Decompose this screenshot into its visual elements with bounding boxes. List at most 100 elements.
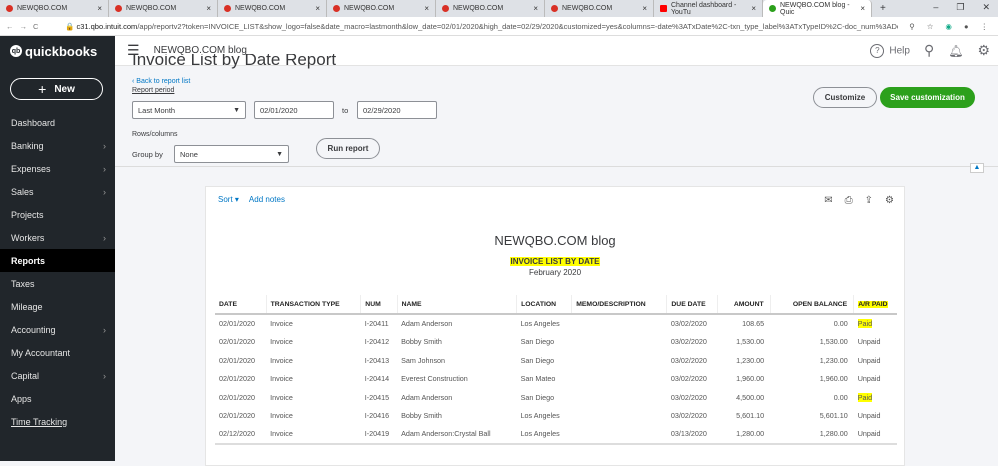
star-icon[interactable]: ☆	[927, 22, 934, 31]
browser-nav-buttons[interactable]: ←→C	[0, 22, 65, 31]
sidebar-item-apps[interactable]: Apps	[0, 387, 115, 410]
column-header[interactable]: AMOUNT	[717, 295, 771, 315]
table-row[interactable]: 02/01/2020 Invoice I-20412 Bobby Smith San D…	[215, 333, 897, 352]
sidebar-item-my-accountant[interactable]: My Accountant	[0, 341, 115, 364]
youtube-favicon-icon	[660, 5, 667, 12]
table-cell	[572, 333, 667, 352]
qb-logo-icon: qb	[10, 45, 22, 57]
browser-tab[interactable]: NEWQBO.COM ×	[109, 0, 218, 17]
table-cell: 03/02/2020	[670, 355, 707, 365]
browser-tab[interactable]: NEWQBO.COM ×	[218, 0, 327, 17]
table-row[interactable]: 02/01/2020 Invoice I-20413 Sam Johnson San D…	[215, 351, 897, 370]
browser-tab[interactable]: NEWQBO.COM ×	[0, 0, 109, 17]
close-tab-icon[interactable]: ×	[860, 4, 865, 13]
notifications-bell-icon[interactable]: 🔔︎	[948, 44, 963, 58]
export-icon[interactable]: ⇪	[865, 195, 873, 206]
sidebar-item-label: Mileage	[11, 301, 43, 312]
table-row[interactable]: 02/01/2020 Invoice I-20416 Bobby Smith Los A…	[215, 407, 897, 426]
table-cell: I-20414	[364, 374, 390, 384]
column-header[interactable]: LOCATION	[516, 295, 573, 315]
browser-tab[interactable]: NEWQBO.COM ×	[327, 0, 436, 17]
column-header[interactable]: NUM	[360, 295, 398, 315]
quickbooks-favicon-icon	[115, 5, 122, 12]
back-to-report-list-link[interactable]: ‹ Back to report list	[132, 78, 190, 85]
close-tab-icon[interactable]: ×	[97, 4, 102, 13]
group-by-select[interactable]: None ▼	[174, 145, 289, 163]
zoom-icon[interactable]: ⚲	[909, 22, 915, 31]
browser-menu-icon[interactable]: ⋮	[981, 22, 989, 31]
add-notes-link[interactable]: Add notes	[249, 195, 285, 204]
report-table: DATE TRANSACTION TYPE NUM NAME LOCATION MEMO/…	[215, 295, 897, 445]
column-header[interactable]: OPEN BALANCE	[770, 295, 855, 315]
sidebar-item-workers[interactable]: Workers ›	[0, 226, 115, 249]
sidebar-item-taxes[interactable]: Taxes	[0, 272, 115, 295]
table-cell: Unpaid	[857, 411, 881, 421]
group-by-label: Group by	[132, 150, 163, 159]
extension-icon[interactable]: ◉	[945, 22, 952, 31]
table-cell: Invoice	[266, 425, 361, 445]
tab-title: Channel dashboard - YouTu	[671, 1, 737, 16]
column-header[interactable]: NAME	[397, 295, 518, 315]
sidebar-item-time-tracking[interactable]: Time Tracking	[0, 410, 115, 433]
close-tab-icon[interactable]: ×	[315, 4, 320, 13]
collapse-chevron-up-icon[interactable]: ▲	[970, 163, 984, 173]
column-header[interactable]: MEMO/DESCRIPTION	[571, 295, 668, 315]
sidebar-item-projects[interactable]: Projects	[0, 203, 115, 226]
sidebar-item-banking[interactable]: Banking ›	[0, 134, 115, 157]
browser-tab[interactable]: Channel dashboard - YouTu ×	[654, 0, 763, 17]
url-text[interactable]: 🔒 c31.qbo.intuit.com/app/reportv2?token=…	[65, 22, 898, 31]
chevron-down-icon: ▼	[233, 106, 240, 114]
table-cell: 1,230.00	[819, 355, 848, 365]
table-cell	[572, 351, 667, 370]
from-date-input[interactable]: 02/01/2020	[254, 101, 334, 119]
column-header[interactable]: DUE DATE	[666, 295, 719, 315]
customize-button[interactable]: Customize	[813, 87, 877, 108]
sidebar-item-accounting[interactable]: Accounting ›	[0, 318, 115, 341]
save-customization-button[interactable]: Save customization	[880, 87, 975, 108]
email-icon[interactable]: ✉	[824, 195, 832, 206]
table-row[interactable]: 02/01/2020 Invoice I-20414 Everest Construc…	[215, 370, 897, 389]
browser-tab[interactable]: NEWQBO.COM blog - Quic ×	[763, 0, 872, 17]
print-icon[interactable]: ⎙	[845, 195, 853, 206]
plus-icon: +	[38, 81, 47, 97]
sidebar-item-capital[interactable]: Capital ›	[0, 364, 115, 387]
sidebar-item-dashboard[interactable]: Dashboard	[0, 111, 115, 134]
close-tab-icon[interactable]: ×	[424, 4, 429, 13]
sidebar-item-sales[interactable]: Sales ›	[0, 180, 115, 203]
column-header[interactable]: A/R PAID	[853, 295, 897, 315]
settings-gear-icon[interactable]: ⚙	[885, 195, 894, 206]
browser-tab[interactable]: NEWQBO.COM ×	[436, 0, 545, 17]
table-cell: Sam Johnson	[401, 355, 446, 365]
new-button[interactable]: + New	[10, 78, 103, 100]
close-tab-icon[interactable]: ×	[751, 4, 756, 13]
column-header[interactable]: DATE	[215, 295, 267, 315]
run-report-button[interactable]: Run report	[316, 138, 380, 159]
close-tab-icon[interactable]: ×	[642, 4, 647, 13]
table-row[interactable]: 02/01/2020 Invoice I-20411 Adam Anderson Los…	[215, 314, 897, 333]
browser-tab[interactable]: NEWQBO.COM ×	[545, 0, 654, 17]
report-period-select[interactable]: Last Month ▼	[132, 101, 246, 119]
table-cell: 03/02/2020	[670, 319, 707, 329]
new-tab-button[interactable]: +	[872, 0, 894, 17]
profile-avatar[interactable]: ●	[964, 22, 969, 31]
gear-icon[interactable]: ⚙	[977, 42, 990, 59]
window-controls[interactable]: – ❐ ✕	[933, 2, 990, 13]
sidebar-item-reports[interactable]: Reports	[0, 249, 115, 272]
to-date-input[interactable]: 02/29/2020	[357, 101, 437, 119]
close-tab-icon[interactable]: ×	[533, 4, 538, 13]
table-row[interactable]: 02/01/2020 Invoice I-20415 Adam Anderson San…	[215, 388, 897, 407]
search-icon[interactable]: ⚲	[924, 42, 934, 59]
quickbooks-logo[interactable]: qb quickbooks	[0, 36, 115, 66]
table-row[interactable]: 02/12/2020 Invoice I-20419 Adam Anderson:Cr…	[215, 425, 897, 445]
paid-status: Paid	[857, 319, 873, 329]
help-button[interactable]: ? Help	[870, 43, 910, 58]
address-bar[interactable]: ←→C 🔒 c31.qbo.intuit.com/app/reportv2?to…	[0, 17, 998, 36]
table-cell: Invoice	[270, 337, 293, 347]
tab-title: NEWQBO.COM	[344, 5, 395, 12]
sidebar-item-expenses[interactable]: Expenses ›	[0, 157, 115, 180]
tab-title: NEWQBO.COM blog - Quic	[780, 1, 850, 16]
sidebar-item-mileage[interactable]: Mileage	[0, 295, 115, 318]
column-header[interactable]: TRANSACTION TYPE	[266, 295, 362, 315]
sort-dropdown[interactable]: Sort ▾	[218, 195, 239, 204]
close-tab-icon[interactable]: ×	[206, 4, 211, 13]
